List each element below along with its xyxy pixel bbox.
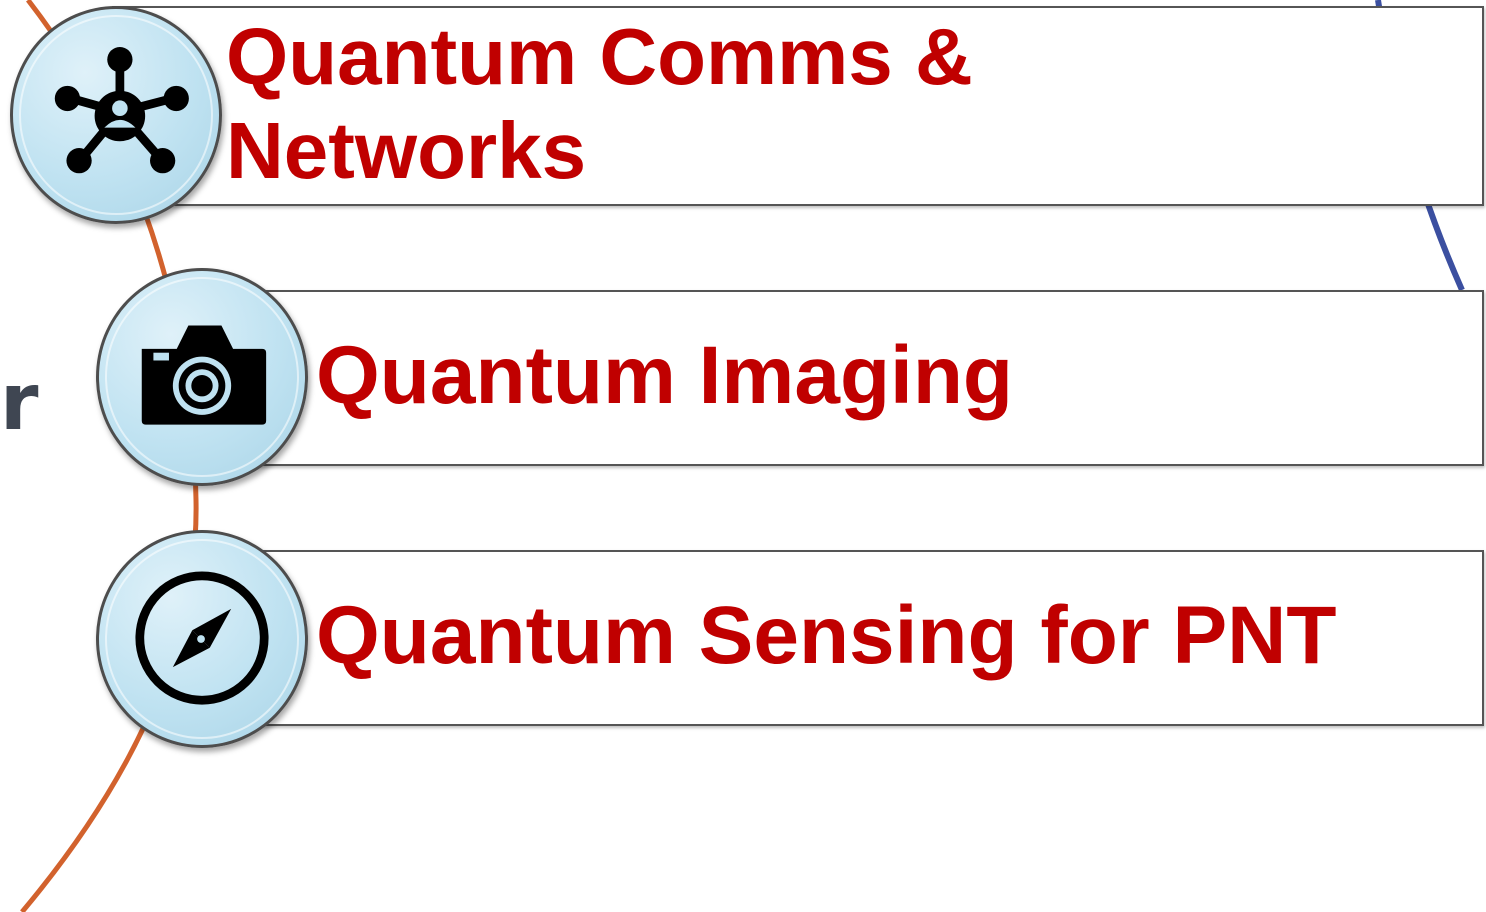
item-label-imaging: Quantum Imaging <box>316 330 1013 421</box>
camera-icon <box>141 325 267 425</box>
item-icon-circle-comms <box>10 6 222 224</box>
compass-icon <box>135 571 269 705</box>
item-label-sensing: Quantum Sensing for PNT <box>316 590 1337 681</box>
item-label-comms: Quantum Comms & Networks <box>226 12 973 195</box>
item-icon-circle-sensing <box>96 530 308 748</box>
side-text-fragment: r <box>0 358 39 448</box>
network-nodes-icon <box>54 46 189 174</box>
item-icon-circle-imaging <box>96 268 308 486</box>
